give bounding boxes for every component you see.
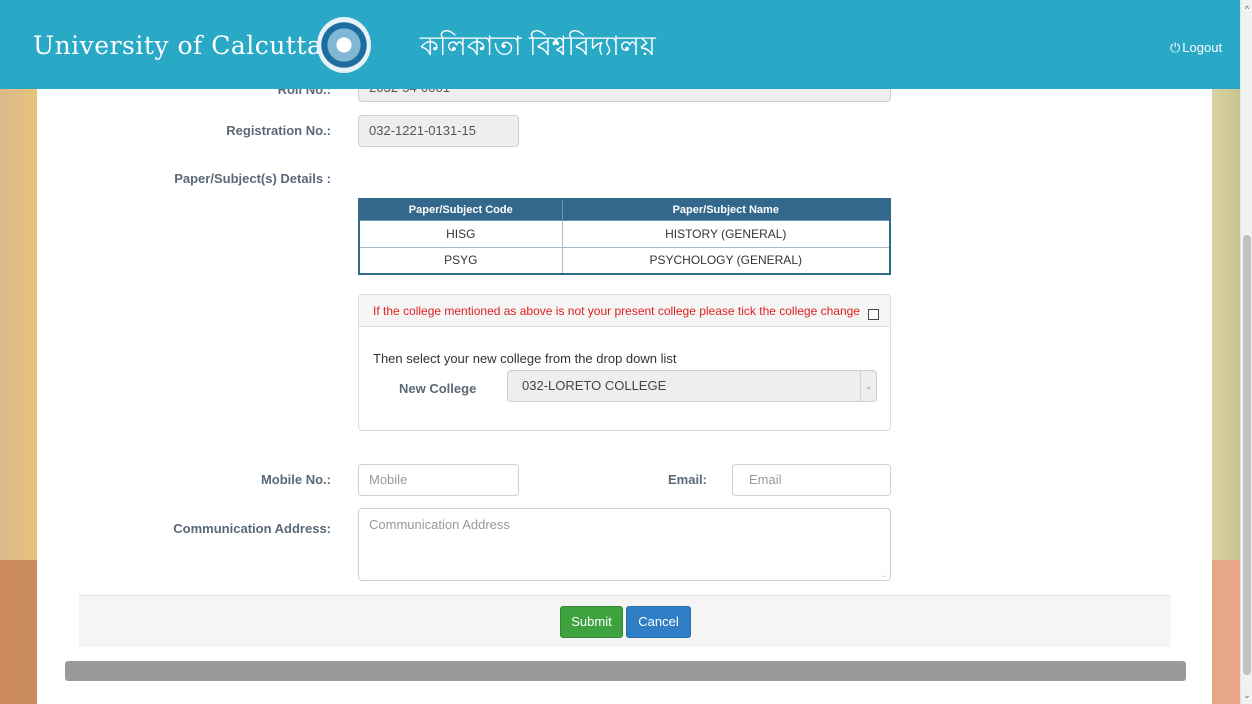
college-change-panel: If the college mentioned as above is not… [358, 294, 891, 431]
subject-name-cell: HISTORY (GENERAL) [561, 219, 891, 248]
mobile-input[interactable]: Mobile [358, 464, 519, 496]
registration-no-field: 032-1221-0131-15 [358, 115, 519, 147]
subjects-label: Paper/Subject(s) Details : [174, 171, 331, 186]
email-label: Email: [667, 472, 707, 487]
logout-label: Logout [1182, 40, 1223, 55]
college-select-instruction: Then select your new college from the dr… [373, 351, 677, 366]
college-change-notice: If the college mentioned as above is not… [373, 304, 860, 318]
page-scrollbar[interactable]: ^ ⌄ [1240, 0, 1252, 704]
subject-code-cell: HISG [358, 219, 563, 248]
subjects-table: Paper/Subject Code Paper/Subject Name HI… [358, 198, 891, 275]
power-icon: ⏻ [1170, 40, 1181, 55]
communication-address-label: Communication Address: [173, 521, 331, 536]
communication-address-placeholder: Communication Address [369, 517, 510, 532]
registration-no-value: 032-1221-0131-15 [369, 123, 476, 138]
new-college-select[interactable]: 032-LORETO COLLEGE ⌄ [507, 370, 877, 402]
subject-name-cell: PSYCHOLOGY (GENERAL) [561, 246, 891, 275]
column-header-code: Paper/Subject Code [358, 198, 563, 221]
table-header-row: Paper/Subject Code Paper/Subject Name [358, 198, 891, 221]
new-college-label: New College [399, 381, 477, 396]
new-college-selected-value: 032-LORETO COLLEGE [522, 378, 667, 393]
site-header: University of Calcutta কলিকাতা বিশ্ববিদ্… [0, 0, 1240, 89]
college-change-header: If the college mentioned as above is not… [359, 295, 890, 327]
cancel-button[interactable]: Cancel [626, 606, 691, 638]
scroll-up-arrow-icon[interactable]: ^ [1241, 2, 1252, 16]
logout-link[interactable]: ⏻ Logout [1170, 40, 1222, 56]
site-title-english: University of Calcutta [33, 31, 323, 60]
table-row: HISG HISTORY (GENERAL) [358, 219, 891, 248]
mobile-no-label: Mobile No.: [260, 472, 331, 487]
university-seal-logo [317, 17, 371, 73]
resize-grip-icon[interactable]: .: [883, 570, 887, 579]
subject-code-cell: PSYG [358, 246, 563, 275]
column-header-name: Paper/Subject Name [561, 198, 891, 221]
email-placeholder: Email [749, 472, 782, 487]
communication-address-textarea[interactable]: Communication Address .: [358, 508, 891, 581]
form-actions-bar [79, 595, 1171, 647]
chevron-down-icon: ⌄ [860, 371, 876, 401]
mobile-placeholder: Mobile [369, 472, 408, 487]
scrollbar-thumb[interactable] [1243, 235, 1251, 675]
site-title-bengali: কলিকাতা বিশ্ববিদ্যালয় [420, 31, 656, 61]
college-change-checkbox[interactable] [868, 309, 879, 320]
table-row: PSYG PSYCHOLOGY (GENERAL) [358, 246, 891, 275]
page-footer-strip [65, 661, 1186, 681]
scroll-down-arrow-icon[interactable]: ⌄ [1241, 688, 1252, 702]
email-input[interactable]: Email [732, 464, 891, 496]
submit-button[interactable]: Submit [560, 606, 623, 638]
registration-no-label: Registration No.: [226, 123, 331, 138]
